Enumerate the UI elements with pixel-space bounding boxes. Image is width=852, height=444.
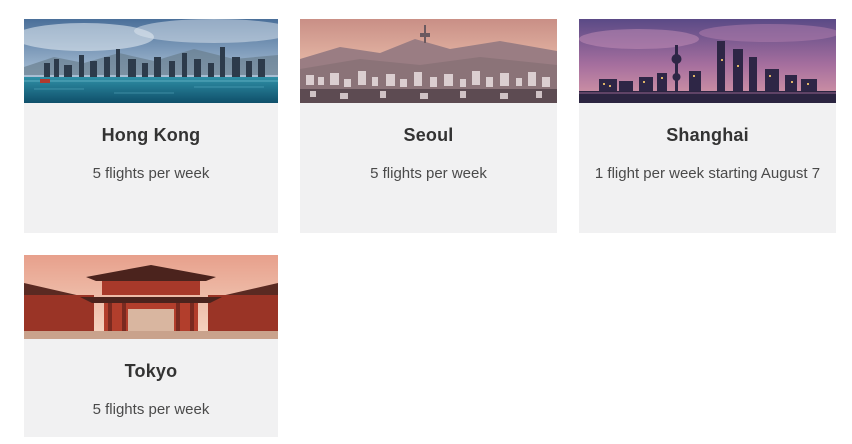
destination-card-shanghai[interactable]: Shanghai 1 flight per week starting Augu… xyxy=(579,19,836,233)
destination-card-hong-kong[interactable]: Hong Kong 5 flights per week xyxy=(24,19,278,233)
destination-card-seoul[interactable]: Seoul 5 flights per week xyxy=(300,19,557,233)
tokyo-temple-photo xyxy=(24,255,278,339)
city-name: Tokyo xyxy=(124,361,178,381)
flight-frequency: 1 flight per week starting August 7 xyxy=(594,165,821,182)
destinations-grid: Hong Kong 5 flights per week Seoul 5 fli… xyxy=(0,0,852,444)
flight-frequency: 5 flights per week xyxy=(92,401,210,418)
flight-frequency: 5 flights per week xyxy=(370,165,487,182)
city-name: Shanghai xyxy=(666,125,749,145)
flight-frequency: 5 flights per week xyxy=(92,165,210,182)
seoul-cityscape-photo xyxy=(300,19,557,103)
shanghai-skyline-photo xyxy=(579,19,836,103)
destination-card-tokyo[interactable]: Tokyo 5 flights per week xyxy=(24,255,278,437)
city-name: Seoul xyxy=(403,125,454,145)
city-name: Hong Kong xyxy=(101,125,201,145)
hong-kong-skyline-photo xyxy=(24,19,278,103)
